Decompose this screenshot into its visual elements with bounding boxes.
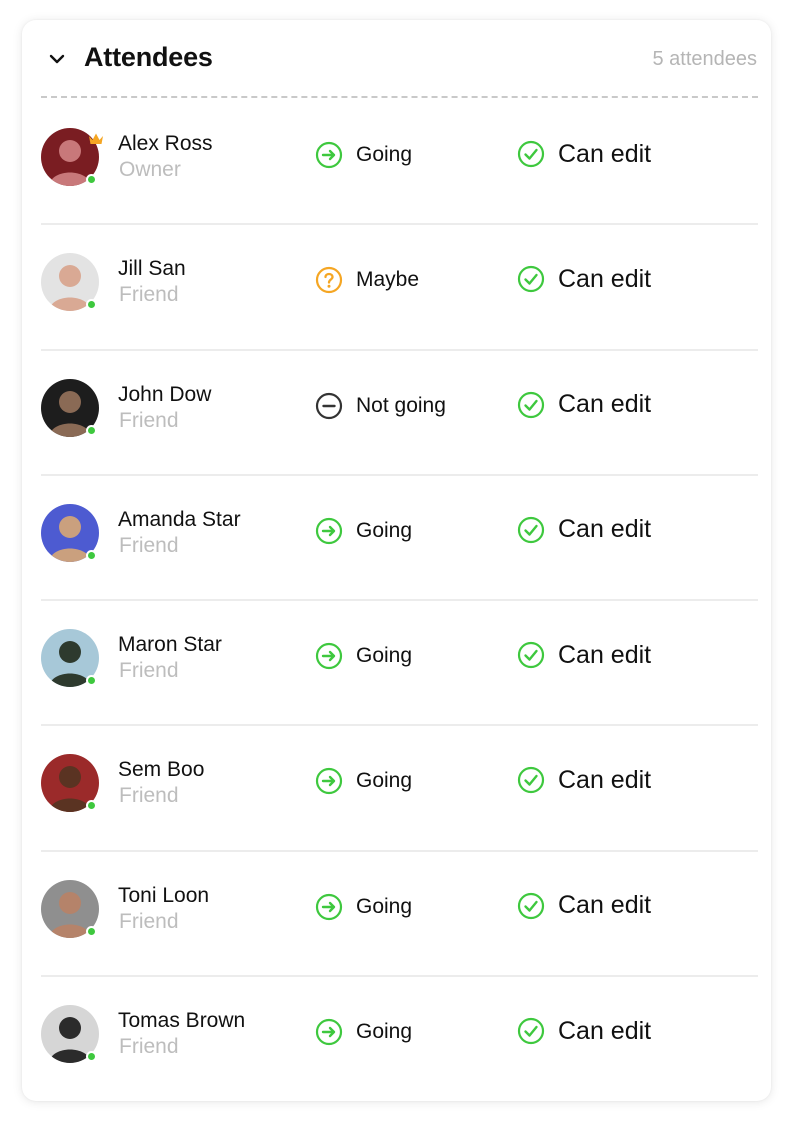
online-indicator xyxy=(86,925,97,937)
avatar[interactable] xyxy=(41,128,103,186)
arrow-right-circle-icon xyxy=(315,768,343,795)
chevron-down-icon[interactable] xyxy=(48,50,66,68)
check-circle-icon xyxy=(517,1017,545,1045)
avatar[interactable] xyxy=(41,629,99,688)
card-header: Attendees 5 attendees xyxy=(22,20,771,98)
online-indicator xyxy=(86,549,97,561)
permission-label: Can edit xyxy=(558,640,652,669)
attendee-row-john-dow[interactable]: John Dow Friend Not going Can edit xyxy=(41,351,758,476)
attendee-name: John Dow xyxy=(118,382,212,406)
permission-label: Can edit xyxy=(558,390,652,419)
rsvp-status[interactable]: Going xyxy=(315,641,412,671)
permission-status[interactable]: Can edit xyxy=(517,639,651,671)
permission-label: Can edit xyxy=(558,264,652,293)
attendee-name: Toni Loon xyxy=(118,883,210,907)
rsvp-status[interactable]: Going xyxy=(315,516,412,546)
arrow-right-circle-icon xyxy=(315,141,343,169)
permission-status[interactable]: Can edit xyxy=(517,514,651,546)
online-indicator xyxy=(86,299,97,311)
check-circle-icon xyxy=(517,516,545,543)
online-indicator xyxy=(86,1051,97,1063)
permission-label: Can edit xyxy=(558,891,652,920)
section-title: Attendees xyxy=(84,42,213,72)
attendee-row-toni-loon[interactable]: Toni Loon Friend Going Can edit xyxy=(41,852,758,978)
attendee-row-alex-ross[interactable]: Alex Ross Owner Going Can edit xyxy=(41,100,758,226)
attendee-list: Alex Ross Owner Going Can edit Jill San … xyxy=(41,100,758,1102)
attendee-role: Friend xyxy=(119,659,179,683)
attendee-row-amanda-star[interactable]: Amanda Star Friend Going Can edit xyxy=(41,476,758,602)
rsvp-status[interactable]: Not going xyxy=(315,391,446,421)
crown-icon xyxy=(89,133,103,144)
check-circle-icon xyxy=(517,892,545,919)
attendee-role: Friend xyxy=(119,909,179,933)
attendee-role: Friend xyxy=(119,283,179,307)
avatar[interactable] xyxy=(41,879,99,938)
attendee-row-sem-boo[interactable]: Sem Boo Friend Going Can edit xyxy=(41,726,758,852)
attendee-name: Amanda Star xyxy=(118,507,241,531)
rsvp-label: Going xyxy=(356,143,413,166)
attendee-role: Friend xyxy=(119,784,179,808)
rsvp-label: Going xyxy=(356,518,413,542)
dashed-divider xyxy=(41,96,758,98)
permission-status[interactable]: Can edit xyxy=(517,138,651,170)
attendee-role: Friend xyxy=(119,533,179,557)
rsvp-status[interactable]: Going xyxy=(315,1017,412,1047)
check-circle-icon xyxy=(517,391,545,418)
permission-label: Can edit xyxy=(558,515,652,544)
rsvp-label: Going xyxy=(356,1020,413,1044)
arrow-right-circle-icon xyxy=(315,893,343,920)
attendee-role: Friend xyxy=(119,408,179,432)
online-indicator xyxy=(86,800,97,812)
online-indicator xyxy=(86,174,97,185)
online-indicator xyxy=(86,675,97,687)
arrow-right-circle-icon xyxy=(315,517,343,544)
arrow-right-circle-icon xyxy=(315,643,343,670)
check-circle-icon xyxy=(517,642,545,669)
attendee-row-jill-san[interactable]: Jill San Friend Maybe Can edit xyxy=(41,225,758,351)
attendee-row-maron-star[interactable]: Maron Star Friend Going Can edit xyxy=(41,601,758,727)
rsvp-status[interactable]: Going xyxy=(315,140,412,170)
question-circle-icon xyxy=(315,267,343,294)
avatar[interactable] xyxy=(41,1005,99,1064)
attendee-count: 5 attendees xyxy=(652,48,757,70)
avatar[interactable] xyxy=(41,754,99,813)
permission-status[interactable]: Can edit xyxy=(517,1015,651,1047)
permission-status[interactable]: Can edit xyxy=(517,389,651,421)
permission-label: Can edit xyxy=(558,1016,652,1045)
avatar[interactable] xyxy=(41,378,99,437)
check-circle-icon xyxy=(517,266,545,293)
rsvp-status[interactable]: Going xyxy=(315,766,412,796)
permission-status[interactable]: Can edit xyxy=(517,890,651,922)
minus-circle-icon xyxy=(315,392,343,419)
permission-status[interactable]: Can edit xyxy=(517,263,651,295)
rsvp-status[interactable]: Maybe xyxy=(315,265,419,295)
permission-label: Can edit xyxy=(558,139,652,168)
rsvp-label: Going xyxy=(356,894,413,918)
attendee-name: Sem Boo xyxy=(118,758,205,782)
rsvp-label: Going xyxy=(356,769,413,793)
attendee-name: Alex Ross xyxy=(118,132,213,155)
attendee-name: Tomas Brown xyxy=(118,1009,246,1033)
attendee-role: Friend xyxy=(119,1035,179,1059)
attendee-role: Owner xyxy=(119,158,181,181)
rsvp-status[interactable]: Going xyxy=(315,892,412,922)
avatar[interactable] xyxy=(41,503,99,562)
arrow-right-circle-icon xyxy=(315,1018,343,1046)
permission-label: Can edit xyxy=(558,765,652,794)
rsvp-label: Not going xyxy=(356,393,446,417)
check-circle-icon xyxy=(517,767,545,794)
attendee-name: Maron Star xyxy=(118,633,222,657)
rsvp-label: Going xyxy=(356,644,413,668)
attendee-row-tomas-brown[interactable]: Tomas Brown Friend Going Can edit xyxy=(41,977,758,1102)
attendees-card: Attendees 5 attendees Alex Ross Owner Go… xyxy=(22,20,771,1101)
online-indicator xyxy=(86,424,97,436)
attendee-name: Jill San xyxy=(118,257,186,281)
rsvp-label: Maybe xyxy=(356,268,420,292)
avatar[interactable] xyxy=(41,253,99,312)
permission-status[interactable]: Can edit xyxy=(517,764,651,796)
check-circle-icon xyxy=(517,140,545,168)
